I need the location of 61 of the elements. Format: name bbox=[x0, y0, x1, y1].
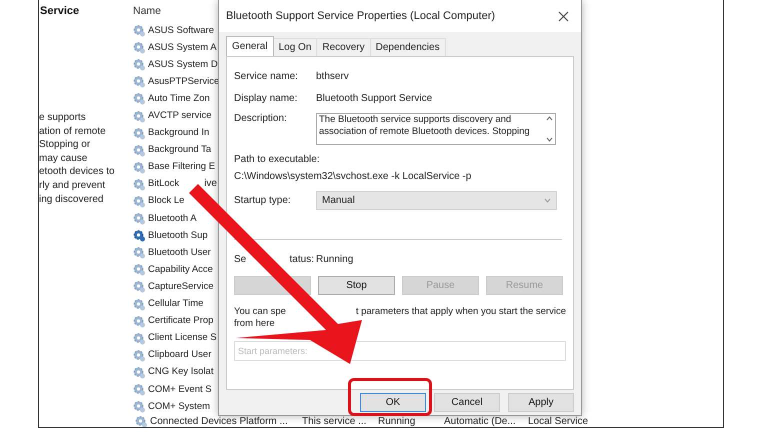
dialog-button[interactable]: Apply bbox=[508, 393, 574, 412]
service-name[interactable]: ASUS System A bbox=[148, 42, 217, 54]
service-name[interactable]: Cellular Time bbox=[148, 298, 204, 310]
service-name[interactable]: ASUS System D bbox=[148, 58, 218, 71]
service-name[interactable]: Block Le bbox=[148, 195, 184, 208]
service-name[interactable]: Auto Time Zon bbox=[148, 92, 210, 105]
table-cell-text: Connected Devices Platform ... bbox=[150, 416, 289, 427]
table-cell-text: Automatic (De... bbox=[444, 416, 517, 427]
scroll-up-icon[interactable] bbox=[546, 116, 552, 121]
start-parameters-field[interactable]: Start parameters: bbox=[234, 341, 566, 361]
dialog-button[interactable]: OK bbox=[360, 393, 426, 412]
service-name[interactable]: Client License S bbox=[148, 332, 217, 344]
scroll-down-icon[interactable] bbox=[546, 137, 552, 142]
service-name[interactable]: Bluetooth Sup bbox=[148, 230, 208, 242]
pane-heading: Service bbox=[39, 4, 80, 17]
service-name[interactable]: ASUS Software bbox=[148, 24, 214, 37]
field-value: Bluetooth Support Service bbox=[316, 92, 432, 104]
service-name[interactable]: BitLock bbox=[148, 178, 180, 190]
field-label: Description: bbox=[234, 113, 288, 124]
table-cell: Local Service bbox=[528, 416, 588, 427]
service-name[interactable]: Bluetooth A bbox=[148, 212, 197, 225]
tab[interactable]: Dependencies bbox=[370, 38, 446, 56]
executable-path: C:\Windows\system32\svchost.exe -k LocalService -p bbox=[234, 171, 472, 182]
service-name[interactable]: Background Ta bbox=[148, 144, 212, 156]
service-name[interactable]: AVCTP service bbox=[148, 110, 212, 122]
service-name[interactable]: COM+ System bbox=[148, 400, 210, 413]
service-name[interactable]: CaptureService bbox=[148, 280, 214, 293]
field-label: Path to executable: bbox=[234, 154, 320, 165]
service-name[interactable]: Background In bbox=[148, 127, 210, 140]
service-name[interactable]: AsusPTPService bbox=[148, 76, 220, 88]
service-description: e supports ation of remote Stopping or may cause etooth devices to rly and prevent ing discovered bbox=[39, 111, 116, 206]
table-cell-text: Running bbox=[378, 416, 416, 427]
hint-text: You can spe bbox=[234, 306, 286, 318]
field-value: bthserv bbox=[316, 70, 349, 82]
service-name[interactable]: ive bbox=[204, 178, 217, 190]
service-name[interactable]: Certificate Prop bbox=[148, 315, 214, 328]
tab[interactable]: General bbox=[226, 36, 274, 56]
service-name[interactable]: Base Filtering E bbox=[148, 161, 216, 174]
field-label: Display name: bbox=[234, 92, 298, 104]
hint-text: from here bbox=[234, 318, 275, 330]
dialog-button[interactable]: Cancel bbox=[434, 393, 500, 412]
service-name[interactable]: Clipboard User bbox=[148, 349, 212, 362]
field-label: Service name: bbox=[234, 70, 299, 82]
gear-icon bbox=[135, 415, 148, 427]
startup-type-dropdown[interactable]: Manual bbox=[316, 190, 557, 210]
field-label: Startup type: bbox=[234, 194, 292, 206]
field-label: tatus: bbox=[290, 254, 314, 264]
service-name[interactable]: Capability Acce bbox=[148, 264, 213, 276]
service-control-button[interactable]: Stop bbox=[318, 276, 395, 295]
dialog-title: Bluetooth Support Service Properties (Local Computer) bbox=[226, 10, 496, 22]
description-box[interactable]: The Bluetooth service supports discovery and association of remote Bluetooth devices. Stopping bbox=[316, 113, 556, 145]
column-header[interactable]: Name bbox=[133, 0, 218, 19]
field-value: Running bbox=[316, 254, 354, 264]
service-name[interactable]: CNG Key Isolat bbox=[148, 366, 214, 378]
close-button[interactable] bbox=[556, 8, 571, 24]
table-cell-text: This service ... bbox=[302, 416, 368, 427]
field-label: Se bbox=[234, 254, 246, 264]
caret-icon bbox=[544, 198, 551, 202]
service-name[interactable]: Bluetooth User bbox=[148, 246, 211, 259]
hint-text: t parameters that apply when you start the service bbox=[356, 306, 566, 318]
service-name[interactable]: COM+ Event S bbox=[148, 384, 212, 396]
